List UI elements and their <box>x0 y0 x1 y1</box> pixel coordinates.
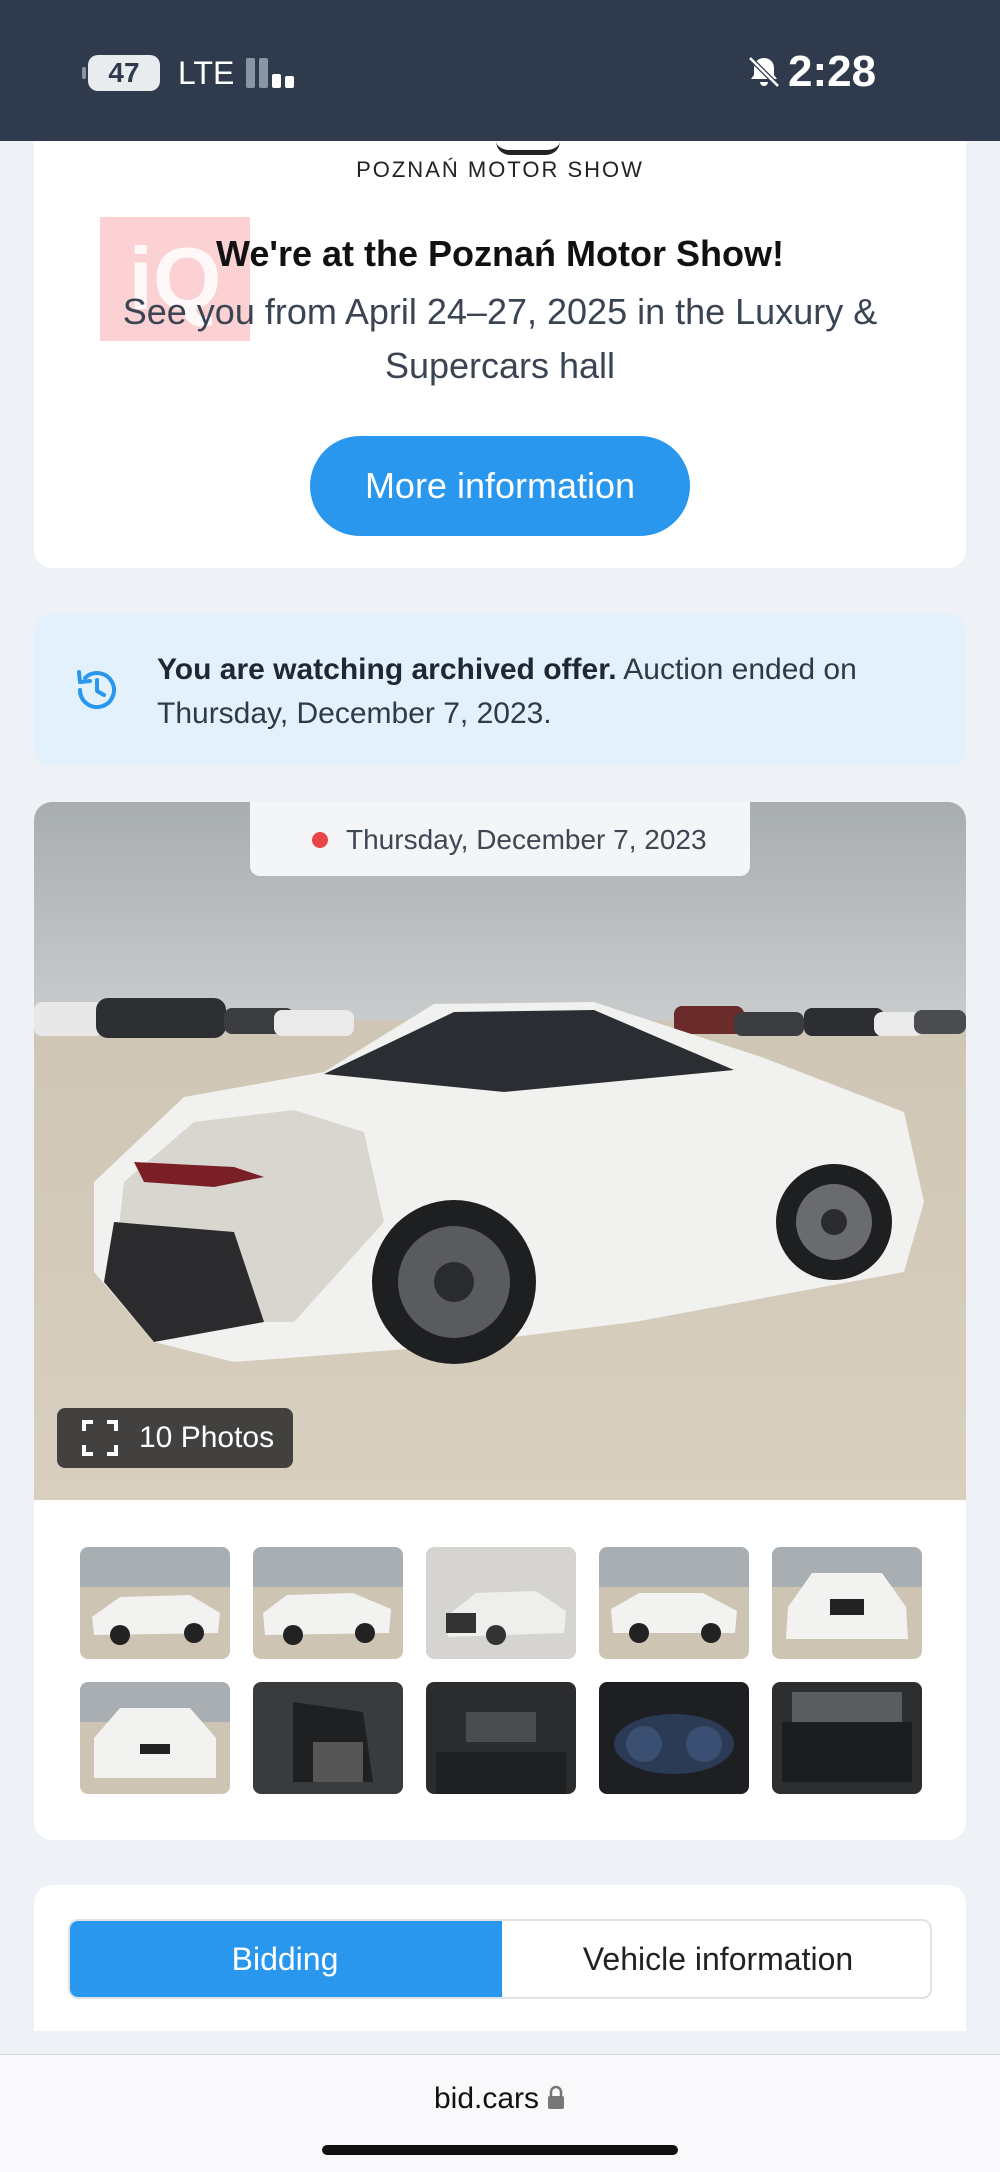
thumbnail-image <box>772 1547 922 1659</box>
main-vehicle-photo[interactable]: Thursday, December 7, 2023 10 Photos <box>34 802 966 1500</box>
browser-url-bar[interactable]: bid.cars <box>0 2054 1000 2172</box>
thumbnail-image <box>80 1547 230 1659</box>
battery-icon: 47 <box>82 55 160 91</box>
home-indicator[interactable] <box>322 2145 678 2155</box>
promo-subline: See you from April 24–27, 2025 in the Lu… <box>122 291 878 386</box>
thumbnail-image <box>599 1547 749 1659</box>
thumbnail-10[interactable] <box>772 1682 922 1794</box>
more-information-button[interactable]: More information <box>310 436 690 536</box>
url-domain[interactable]: bid.cars <box>434 2079 539 2119</box>
lock-icon <box>548 2085 564 2109</box>
bell-off-icon <box>748 56 780 88</box>
thumbnail-image <box>253 1682 403 1794</box>
thumbnail-5[interactable] <box>772 1547 922 1659</box>
status-time: 2:28 <box>788 47 877 96</box>
thumbnail-1[interactable] <box>80 1547 230 1659</box>
thumbnail-image <box>426 1547 576 1659</box>
signal-icon <box>246 56 296 88</box>
photos-count-label: 10 Photos <box>139 1421 275 1454</box>
network-type: LTE <box>178 55 235 91</box>
thumbnail-image <box>80 1682 230 1794</box>
status-bar: 47 LTE 2:28 <box>0 0 1000 141</box>
promo-headline: We're at the Poznań Motor Show! <box>216 233 784 274</box>
offer-tabs: Bidding Vehicle information <box>68 1919 932 1999</box>
thumbnail-image <box>253 1547 403 1659</box>
tab-vehicle-information[interactable]: Vehicle information <box>502 1921 930 1997</box>
status-dot <box>312 832 328 848</box>
offer-tabs-card: Bidding Vehicle information <box>34 1885 966 2031</box>
fullscreen-icon <box>82 1420 118 1456</box>
archived-offer-notice: You are watching archived offer. Auction… <box>34 614 966 766</box>
thumbnail-2[interactable] <box>253 1547 403 1659</box>
motor-show-logo <box>496 141 560 155</box>
auction-date: Thursday, December 7, 2023 <box>346 824 707 855</box>
photos-count-button[interactable]: 10 Photos <box>57 1408 293 1468</box>
motor-show-logo-text: POZNAŃ MOTOR SHOW <box>356 157 644 182</box>
gallery-card: Thursday, December 7, 2023 10 Photos <box>34 802 966 1840</box>
thumbnail-image <box>599 1682 749 1794</box>
thumbnail-4[interactable] <box>599 1547 749 1659</box>
history-icon <box>77 670 116 710</box>
thumbnail-7[interactable] <box>253 1682 403 1794</box>
thumbnail-image <box>772 1682 922 1794</box>
thumbnail-8[interactable] <box>426 1682 576 1794</box>
tab-bidding[interactable]: Bidding <box>70 1921 502 1997</box>
auction-date-tab: Thursday, December 7, 2023 <box>250 802 750 876</box>
vehicle-photo-image <box>34 802 966 1500</box>
thumbnail-6[interactable] <box>80 1682 230 1794</box>
thumbnail-3[interactable] <box>426 1547 576 1659</box>
archived-offer-message: You are watching archived offer. Auction… <box>157 648 927 736</box>
thumbnail-image <box>426 1682 576 1794</box>
archived-offer-bold: You are watching archived offer. <box>157 653 617 686</box>
thumbnail-9[interactable] <box>599 1682 749 1794</box>
promo-card: POZNAŃ MOTOR SHOW iQ We're at the Poznań… <box>34 141 966 568</box>
